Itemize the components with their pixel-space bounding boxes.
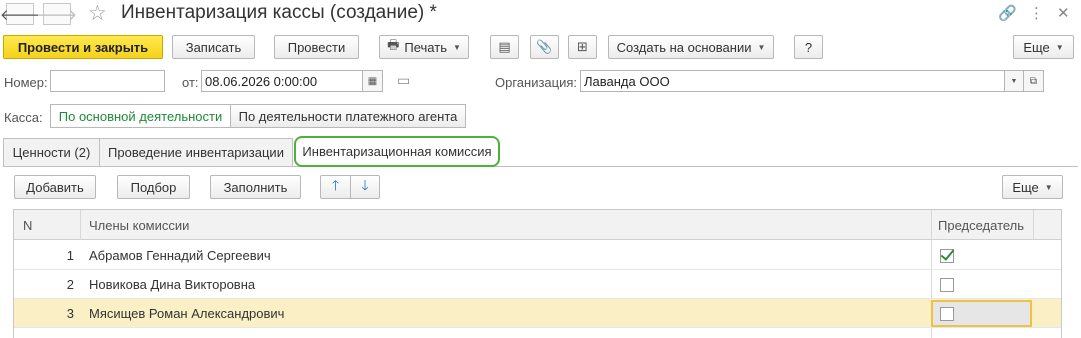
- cash-option-main[interactable]: По основной деятельности: [50, 104, 231, 128]
- chairman-checkbox[interactable]: [940, 248, 954, 263]
- chevron-down-icon: ▼: [1010, 77, 1018, 85]
- arrow-up-icon: 🡑: [331, 177, 340, 193]
- tab-inventory-commission[interactable]: Инвентаризационная комиссия: [294, 136, 500, 167]
- structure-button[interactable]: ⊞: [568, 35, 597, 59]
- select-button[interactable]: Подбор: [117, 175, 190, 199]
- organization-open-button[interactable]: ⧉: [1023, 70, 1044, 92]
- post-button[interactable]: Провести: [274, 35, 359, 59]
- move-up-button[interactable]: 🡑: [320, 175, 350, 199]
- window-title: Инвентаризация кассы (создание) *: [121, 2, 437, 23]
- more-vertical-icon[interactable]: ⋮: [1029, 4, 1044, 22]
- favorite-star-icon[interactable]: ☆: [88, 1, 107, 26]
- column-divider: [1033, 210, 1034, 240]
- calendar-icon: ▦: [367, 75, 378, 87]
- journal-button[interactable]: ▤: [490, 35, 519, 59]
- column-divider: [80, 210, 81, 240]
- arrow-left-icon: 🡐: [0, 6, 41, 24]
- table-row[interactable]: 2 Новикова Дина Викторовна: [14, 270, 1061, 299]
- row-number: 1: [66, 248, 74, 263]
- hierarchy-icon: ⊞: [577, 39, 588, 54]
- organization-label: Организация:: [495, 75, 578, 90]
- row-number: 3: [66, 306, 74, 321]
- date-field[interactable]: 08.06.2026 0:00:00: [201, 70, 363, 92]
- commission-table: N Члены комиссии Председатель 1 Абрамов …: [13, 209, 1062, 338]
- chevron-down-icon: ▼: [1055, 42, 1064, 52]
- table-row-selected[interactable]: 3 Мясищев Роман Александрович: [14, 299, 1061, 328]
- tab-valuables[interactable]: Ценности (2): [3, 138, 100, 166]
- chevron-down-icon: ▼: [757, 42, 766, 52]
- paperclip-icon: 📎: [536, 39, 553, 54]
- open-window-icon: ⧉: [1029, 75, 1038, 87]
- back-button[interactable]: 🡐: [0, 3, 40, 25]
- more-button[interactable]: Еще ▼: [1013, 35, 1074, 59]
- post-and-close-button[interactable]: Провести и закрыть: [3, 35, 163, 59]
- create-based-on-button[interactable]: Создать на основании ▼: [608, 35, 774, 59]
- table-row[interactable]: 1 Абрамов Геннадий Сергеевич: [14, 241, 1061, 270]
- table-more-button[interactable]: Еще ▼: [1002, 175, 1063, 199]
- number-label: Номер:: [4, 75, 48, 90]
- close-icon[interactable]: ✕: [1057, 4, 1070, 22]
- link-icon[interactable]: 🔗: [998, 4, 1017, 22]
- attach-file-button[interactable]: 📎: [530, 35, 559, 59]
- chairman-checkbox[interactable]: [940, 277, 954, 292]
- calendar-button[interactable]: ▦: [362, 70, 383, 92]
- add-button[interactable]: Добавить: [14, 175, 96, 199]
- cash-label: Касса:: [4, 110, 43, 125]
- document-list-icon: ▤: [498, 39, 511, 54]
- forward-button[interactable]: 🡒: [37, 3, 77, 25]
- member-name: Абрамов Геннадий Сергеевич: [89, 248, 271, 263]
- print-button[interactable]: 🖶 Печать ▼: [379, 35, 469, 59]
- date-label: от:: [182, 75, 199, 90]
- column-header-n[interactable]: N: [23, 210, 32, 240]
- cash-option-agent[interactable]: По деятельности платежного агента: [230, 104, 466, 128]
- arrow-down-icon: 🡓: [361, 177, 369, 193]
- move-down-button[interactable]: 🡓: [350, 175, 380, 199]
- table-header: N Члены комиссии Председатель: [14, 210, 1061, 240]
- number-field[interactable]: [50, 70, 165, 92]
- fill-button[interactable]: Заполнить: [210, 175, 301, 199]
- organization-dropdown-button[interactable]: ▼: [1004, 70, 1024, 92]
- help-button[interactable]: ?: [794, 35, 823, 59]
- chevron-down-icon: ▼: [452, 42, 461, 52]
- column-header-members[interactable]: Члены комиссии: [89, 210, 189, 240]
- chevron-down-icon: ▼: [1044, 182, 1053, 192]
- tab-strip-divider: [3, 166, 1078, 167]
- tab-inventory-conduct[interactable]: Проведение инвентаризации: [99, 138, 293, 166]
- arrow-right-icon: 🡒: [36, 6, 78, 24]
- member-name: Новикова Дина Викторовна: [89, 277, 256, 292]
- chairman-cell-editing[interactable]: [931, 300, 1032, 327]
- chairman-cell[interactable]: [940, 270, 954, 299]
- printer-icon: 🖶: [387, 37, 400, 52]
- member-name: Мясищев Роман Александрович: [89, 306, 285, 321]
- chairman-checkbox[interactable]: [940, 306, 954, 321]
- row-number: 2: [66, 277, 74, 292]
- comment-icon[interactable]: ▭: [397, 72, 410, 89]
- column-header-chairman[interactable]: Председатель: [938, 210, 1024, 240]
- chairman-cell[interactable]: [940, 241, 954, 270]
- organization-field[interactable]: Лаванда ООО: [580, 70, 1005, 92]
- save-button[interactable]: Записать: [172, 35, 255, 59]
